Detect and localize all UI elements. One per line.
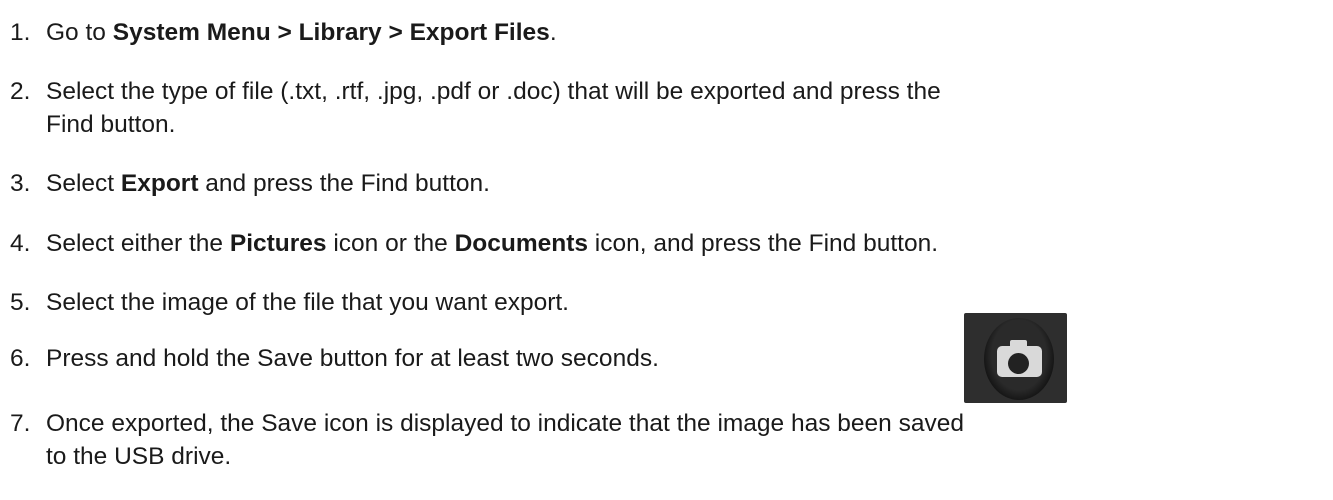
- step-number: 2.: [10, 78, 31, 105]
- step-text-line: to the USB drive.: [46, 443, 232, 470]
- step-text: Select either the Pictures icon or the D…: [46, 227, 938, 260]
- step-text-part: Select either the: [46, 230, 230, 257]
- step-number: 5.: [10, 289, 31, 316]
- step-text-line: Find button.: [46, 111, 176, 138]
- step-text-line: Select the type of file (.txt, .rtf, .jp…: [46, 78, 941, 105]
- step-number: 7.: [10, 410, 31, 437]
- documents-keyword: Documents: [454, 230, 588, 257]
- step-text: Go to System Menu > Library > Export Fil…: [46, 16, 557, 49]
- step-text: Select the type of file (.txt, .rtf, .jp…: [46, 75, 941, 141]
- step-text-line: Once exported, the Save icon is displaye…: [46, 410, 964, 437]
- step-text-part: Go to: [46, 19, 113, 46]
- camera-lens-icon: [1008, 353, 1029, 374]
- step-text-part: and press the Find button.: [198, 170, 490, 197]
- save-button-ring: [984, 318, 1054, 400]
- step-text-part: Select: [46, 170, 121, 197]
- step-text-part: icon or the: [326, 230, 455, 257]
- step-text: Select Export and press the Find button.: [46, 167, 490, 200]
- step-text: Press and hold the Save button for at le…: [46, 345, 659, 372]
- step-number: 1.: [10, 19, 31, 46]
- step-number: 6.: [10, 345, 31, 372]
- step-text-part: icon, and press the Find button.: [587, 230, 939, 257]
- menu-path: System Menu > Library > Export Files: [112, 19, 550, 46]
- save-button-photo: [964, 313, 1067, 403]
- step-text: Select the image of the file that you wa…: [46, 289, 569, 316]
- step-number: 3.: [10, 170, 31, 197]
- step-text: Once exported, the Save icon is displaye…: [46, 407, 964, 473]
- step-text-part: .: [549, 19, 557, 46]
- step-number: 4.: [10, 230, 31, 257]
- export-keyword: Export: [120, 170, 199, 197]
- pictures-keyword: Pictures: [229, 230, 327, 257]
